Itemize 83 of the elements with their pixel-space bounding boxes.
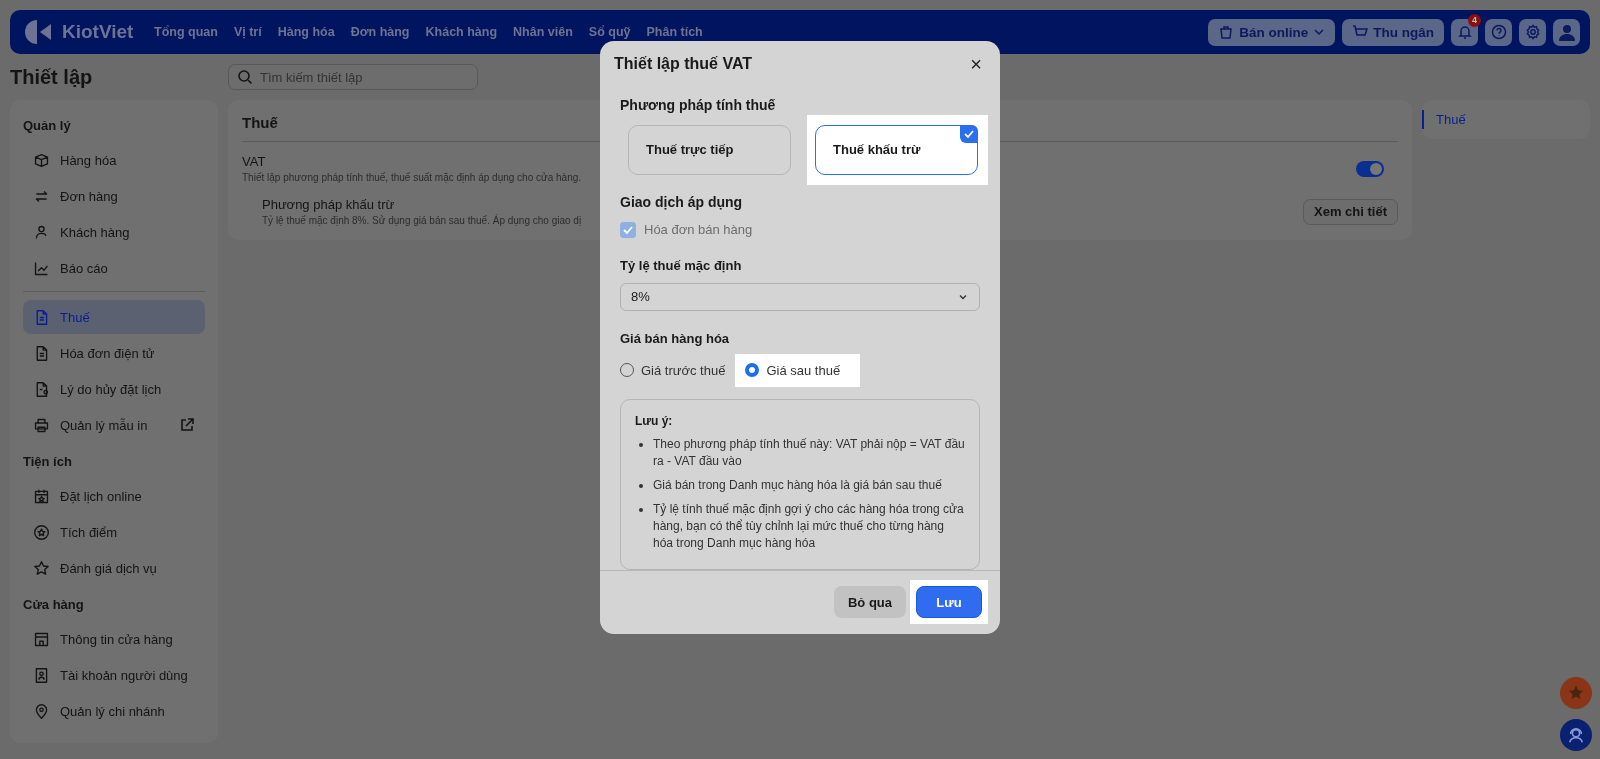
cashier-button[interactable]: Thu ngân xyxy=(1342,18,1444,46)
star-icon xyxy=(33,559,50,577)
sidebar-item[interactable]: Báo cáo xyxy=(23,251,205,285)
sidebar-item[interactable]: Khách hàng xyxy=(23,215,205,249)
close-button[interactable]: × xyxy=(966,54,986,75)
field-label: Phương pháp tính thuế xyxy=(620,96,777,113)
favorite-button[interactable] xyxy=(1560,677,1592,709)
notification-badge: 4 xyxy=(1468,13,1481,27)
search-icon xyxy=(237,69,253,85)
support-button[interactable] xyxy=(1560,719,1592,751)
save-button[interactable]: Lưu xyxy=(916,586,982,619)
sidebar-section-title: Tiện ích xyxy=(23,453,73,471)
sell-online-button[interactable]: Bán online xyxy=(1208,18,1336,46)
note-title: Lưu ý: xyxy=(635,413,674,428)
logo-text[interactable]: KiotViet xyxy=(62,21,134,43)
box-icon xyxy=(33,151,50,169)
setting-name: Phương pháp khấu trừ xyxy=(262,197,396,212)
user-card-icon xyxy=(33,666,50,684)
sidebar-item[interactable]: Đơn hàng xyxy=(23,179,205,213)
chevron-down-icon xyxy=(1313,26,1326,38)
gear-icon xyxy=(1524,24,1541,40)
bullet-icon xyxy=(639,442,643,447)
note-text: Theo phương pháp tính thuế này: VAT phải nộp = VAT đầu ra - VAT đầu vào xyxy=(653,435,965,470)
note-text: Giá bán trong Danh mục hàng hóa là giá bán sau thuế xyxy=(653,476,942,494)
dialog-title: Thiết lập thuế VAT xyxy=(614,55,753,74)
setting-description: Thiết lập phương pháp tính thuế, thuế suất mặc định áp dụng cho cửa hàng. xyxy=(242,172,582,183)
toc-link[interactable]: Thuế xyxy=(1422,110,1590,129)
rate-select[interactable]: 8% xyxy=(620,282,980,311)
cancel-button[interactable]: Bỏ qua xyxy=(833,586,906,619)
avatar-icon xyxy=(1556,22,1577,42)
logo-icon xyxy=(24,18,54,46)
sidebar-item[interactable]: Hóa đơn điện tử xyxy=(23,336,205,370)
avatar-button[interactable] xyxy=(1553,18,1580,46)
sidebar-item[interactable]: Lý do hủy đặt lịch xyxy=(23,372,205,406)
help-icon xyxy=(1490,24,1507,40)
setting-description: Tỷ lệ thuế mặc định 8%. Sử dụng giá bán sau thuế. Áp dụng cho giao dị xyxy=(262,215,582,226)
nav-link[interactable]: Sổ quỹ xyxy=(588,25,631,39)
nav-link[interactable]: Tổng quan xyxy=(154,25,218,39)
sidebar-item[interactable]: Đánh giá dịch vụ xyxy=(23,551,205,585)
radio-option[interactable]: Giá sau thuế xyxy=(735,353,861,387)
help-button[interactable] xyxy=(1485,18,1512,46)
nav-link[interactable]: Nhân viên xyxy=(513,25,573,39)
setting-name: VAT xyxy=(242,154,267,169)
method-option[interactable]: Thuế khấu trừ xyxy=(815,124,978,175)
bullet-icon xyxy=(639,483,643,488)
radio-button[interactable] xyxy=(745,363,760,378)
headset-icon xyxy=(1567,726,1585,744)
printer-icon xyxy=(33,416,50,434)
calendar-icon xyxy=(33,487,50,505)
sidebar-item[interactable]: Tài khoản người dùng xyxy=(23,658,205,692)
method-option[interactable]: Thuế trực tiếp xyxy=(628,124,791,175)
sidebar-item[interactable]: Đặt lịch online xyxy=(23,479,205,513)
sidebar-item[interactable]: Thuế xyxy=(23,300,205,334)
nav-link[interactable]: Vị trí xyxy=(233,25,262,39)
external-link-icon[interactable] xyxy=(179,417,195,433)
note-text: Tỷ lệ tính thuế mặc định gợi ý cho các hàng hóa trong cửa hàng, bạn có thể tùy chỉnh lại mức thuế cho từng hàng hóa trong Danh mục hàng hóa xyxy=(653,500,965,552)
bell-icon xyxy=(1456,24,1473,40)
page-title: Thiết lập xyxy=(10,65,94,89)
sidebar-item[interactable]: Thông tin cửa hàng xyxy=(23,622,205,656)
radio-option[interactable]: Giá trước thuế xyxy=(620,353,736,387)
sidebar-item[interactable]: Tích điểm xyxy=(23,515,205,549)
search-field[interactable]: Tìm kiếm thiết lập xyxy=(228,64,478,90)
sidebar-item[interactable]: Quản lý mẫu in xyxy=(23,408,205,442)
vat-toggle[interactable] xyxy=(1356,160,1384,177)
bullet-icon xyxy=(639,507,643,512)
field-label: Giao dịch áp dụng xyxy=(620,193,744,210)
field-label: Giá bán hàng hóa xyxy=(620,330,731,346)
view-details-button[interactable]: Xem chi tiết xyxy=(1303,198,1398,225)
settings-button[interactable] xyxy=(1519,18,1546,46)
nav-link[interactable]: Khách hàng xyxy=(425,25,498,39)
section-title: Thuế xyxy=(242,113,278,133)
nav-link[interactable]: Phân tích xyxy=(646,25,703,39)
pin-icon xyxy=(33,702,50,720)
nav-link[interactable]: Hàng hóa xyxy=(277,25,335,39)
check-icon xyxy=(960,124,978,143)
star-icon xyxy=(1567,684,1585,702)
store-icon xyxy=(33,630,50,648)
sidebar-section-title: Quản lý xyxy=(23,117,72,135)
sidebar-item[interactable]: Hàng hóa xyxy=(23,143,205,177)
sidebar-section-title: Cửa hàng xyxy=(23,596,85,614)
field-label: Tỷ lệ thuế mặc định xyxy=(620,257,743,273)
nav-link[interactable]: Đơn hàng xyxy=(350,25,410,39)
sidebar-item[interactable]: Quản lý chi nhánh xyxy=(23,694,205,728)
